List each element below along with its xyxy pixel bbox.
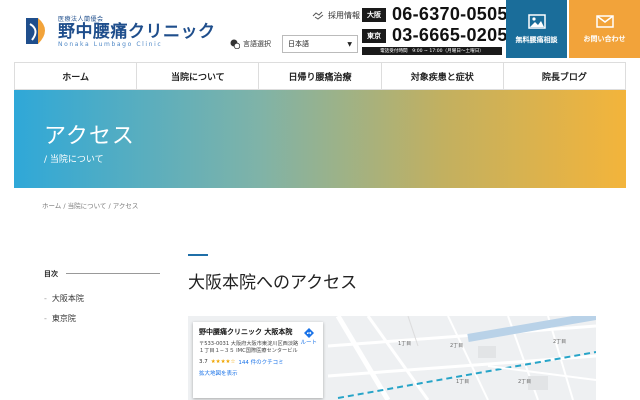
section-accent-bar (188, 254, 208, 256)
contact-button[interactable]: お問い合わせ (569, 0, 640, 58)
breadcrumb[interactable]: ホーム / 当院について / アクセス (42, 200, 138, 210)
language-label: 言語選択 (243, 40, 271, 48)
handshake-icon (312, 11, 324, 20)
phone-osaka[interactable]: 大阪 06-6370-0505 (362, 4, 508, 25)
toc-item-label: 大阪本院 (51, 294, 84, 303)
map-area-label: 2丁目 (553, 339, 567, 345)
page-title: アクセス (44, 124, 135, 149)
phone-number-osaka: 06-6370-0505 (392, 4, 508, 24)
nav-item-about[interactable]: 当院について (136, 63, 258, 89)
directions-label: ルート (300, 340, 317, 346)
enlarge-map-link[interactable]: 拡大地図を表示 (199, 369, 317, 377)
page-hero: アクセス / 当院について (14, 90, 626, 188)
nav-item-treatment[interactable]: 日帰り腰痛治療 (258, 63, 380, 89)
phone-badge-osaka: 大阪 (362, 7, 386, 22)
phone-number-tokyo: 03-6665-0205 (392, 25, 508, 45)
map-area-label: 2丁目 (450, 343, 464, 349)
nav-item-home[interactable]: ホーム (14, 63, 136, 89)
recruit-label: 採用情報 (328, 11, 360, 20)
toc-dash: - (44, 314, 47, 323)
toc-title: 目次 (44, 270, 58, 278)
nav-item-conditions[interactable]: 対象疾患と症状 (380, 63, 503, 89)
contact-label: お問い合わせ (583, 34, 626, 43)
place-name: 野中腰痛クリニック 大阪本院 (199, 328, 293, 336)
recruit-link[interactable]: 採用情報 (312, 10, 360, 21)
mail-icon (595, 14, 614, 28)
map-place-card: 野中腰痛クリニック 大阪本院 〒533-0031 大阪府大阪市東淀川区西淡路１丁… (193, 322, 323, 398)
chevron-down-icon: ▼ (347, 40, 352, 48)
place-rating: 3.7 ★★★★☆ 144 件のクチコミ (199, 358, 317, 366)
logo-mark-icon (26, 18, 45, 44)
clinic-logo[interactable]: 医療法人蘭優会 野中腰痛クリニック Nonaka Lumbago Clinic (24, 14, 216, 48)
free-consult-label: 無料腰痛相談 (515, 35, 558, 44)
google-map[interactable]: 1丁目 2丁目 1丁目 2丁目 2丁目 野中腰痛クリニック 大阪本院 〒533-… (188, 316, 596, 400)
toc-divider (66, 273, 160, 274)
toc-dash: - (44, 294, 47, 303)
map-area-label: 1丁目 (456, 379, 470, 385)
toc-item-osaka[interactable]: - 大阪本院 (44, 293, 84, 304)
logo-english-name: Nonaka Lumbago Clinic (58, 41, 163, 48)
logo-clinic-name: 野中腰痛クリニック (58, 22, 216, 42)
rating-score: 3.7 (199, 359, 208, 365)
phone-badge-tokyo: 東京 (362, 28, 386, 43)
page-subtitle: / 当院について (44, 155, 104, 165)
language-select[interactable]: 日本語 ▼ (282, 35, 358, 53)
map-area-label: 1丁目 (398, 341, 412, 347)
language-selector-label: 言語選択 (230, 39, 271, 49)
reviews-link[interactable]: 144 件のクチコミ (238, 358, 283, 366)
rating-stars: ★★★★☆ (210, 359, 236, 365)
toc-item-label: 東京院 (51, 314, 76, 323)
directions-button[interactable]: ルート (300, 328, 317, 346)
phone-tokyo[interactable]: 東京 03-6665-0205 (362, 25, 508, 46)
nav-item-blog[interactable]: 院長ブログ (502, 63, 627, 89)
place-address: 〒533-0031 大阪府大阪市東淀川区西淡路１丁目１−３５ IMC国際医療セン… (199, 341, 299, 354)
toc-item-tokyo[interactable]: - 東京院 (44, 313, 76, 324)
global-nav: ホーム 当院について 日帰り腰痛治療 対象疾患と症状 院長ブログ (14, 62, 627, 90)
directions-icon (303, 328, 314, 338)
language-select-value: 日本語 (288, 40, 309, 48)
phone-hours: 電話受付時間 9:00 ~ 17:00（月曜日～土曜日） (362, 47, 502, 55)
section-title: 大阪本院へのアクセス (188, 273, 358, 293)
site-header: 医療法人蘭優会 野中腰痛クリニック Nonaka Lumbago Clinic … (0, 0, 640, 60)
map-area-label: 2丁目 (518, 379, 532, 385)
image-icon (527, 13, 546, 29)
free-consult-button[interactable]: 無料腰痛相談 (506, 0, 567, 58)
translate-icon (230, 39, 240, 49)
